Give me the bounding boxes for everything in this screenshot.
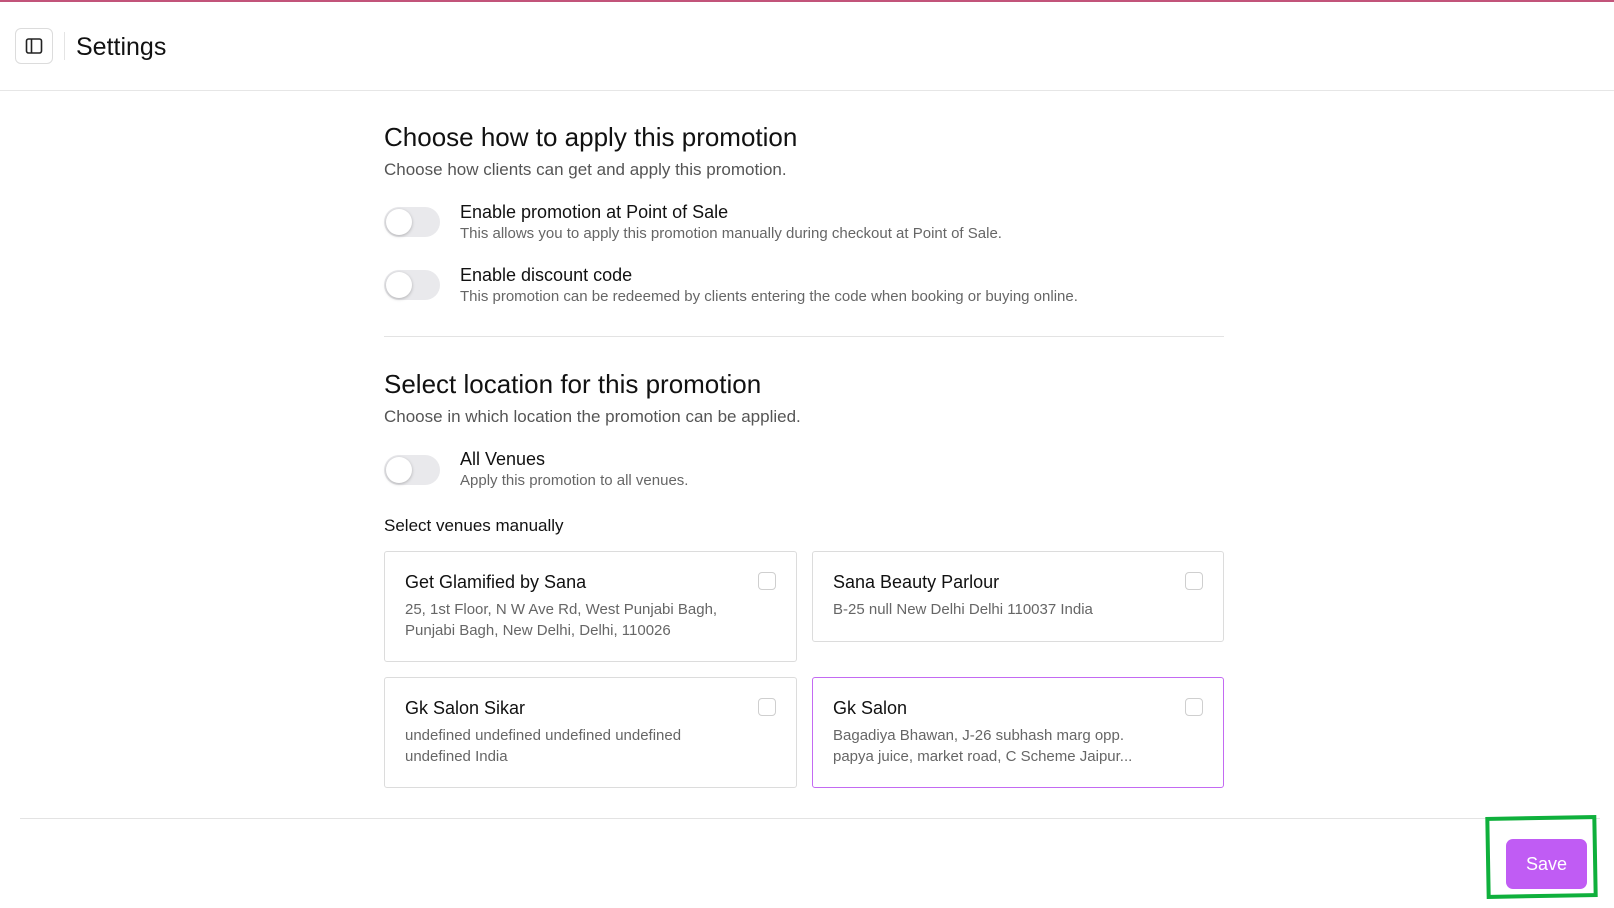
- footer-divider: [20, 818, 1600, 819]
- venue-address: Bagadiya Bhawan, J-26 subhash marg opp. …: [833, 727, 1133, 765]
- venue-card-gk-salon[interactable]: Gk Salon Bagadiya Bhawan, J-26 subhash m…: [812, 677, 1224, 788]
- header-divider: [64, 32, 65, 60]
- toggle-knob: [386, 457, 412, 483]
- page-header: Settings: [0, 2, 1614, 91]
- toggle-knob: [386, 209, 412, 235]
- venue-name: Sana Beauty Parlour: [833, 572, 1000, 592]
- venue-name: Gk Salon Sikar: [405, 698, 526, 718]
- venue-card-sana-beauty-parlour[interactable]: Sana Beauty Parlour B-25 null New Delhi …: [812, 551, 1224, 642]
- location-section-title: Select location for this promotion: [384, 369, 762, 399]
- all-venues-toggle[interactable]: [384, 455, 440, 485]
- venue-checkbox[interactable]: [758, 572, 776, 590]
- venue-name: Gk Salon: [833, 698, 908, 718]
- toggle-knob: [386, 272, 412, 298]
- venue-checkbox[interactable]: [1185, 698, 1203, 716]
- pos-promotion-toggle[interactable]: [384, 207, 440, 237]
- venue-name: Get Glamified by Sana: [405, 572, 587, 592]
- discount-code-toggle[interactable]: [384, 270, 440, 300]
- all-venues-description: Apply this promotion to all venues.: [460, 472, 689, 489]
- venue-checkbox[interactable]: [758, 698, 776, 716]
- sidebar-panel-icon: [25, 38, 43, 54]
- discount-code-title: Enable discount code: [460, 265, 633, 285]
- pos-promotion-title: Enable promotion at Point of Sale: [460, 202, 729, 222]
- save-button[interactable]: Save: [1506, 839, 1587, 889]
- section-divider: [384, 336, 1224, 337]
- venue-address: undefined undefined undefined undefined …: [405, 727, 682, 765]
- apply-section-subtitle: Choose how clients can get and apply thi…: [384, 160, 787, 179]
- all-venues-title: All Venues: [460, 449, 546, 469]
- select-venues-label: Select venues manually: [384, 516, 564, 535]
- venue-card-gk-salon-sikar[interactable]: Gk Salon Sikar undefined undefined undef…: [384, 677, 797, 788]
- venue-address: B-25 null New Delhi Delhi 110037 India: [833, 601, 1093, 618]
- venue-address: 25, 1st Floor, N W Ave Rd, West Punjabi …: [405, 601, 718, 639]
- venue-card-get-glamified[interactable]: Get Glamified by Sana 25, 1st Floor, N W…: [384, 551, 797, 662]
- venue-checkbox[interactable]: [1185, 572, 1203, 590]
- page-title: Settings: [76, 33, 167, 61]
- apply-section-title: Choose how to apply this promotion: [384, 122, 798, 152]
- sidebar-toggle-button[interactable]: [15, 28, 53, 64]
- pos-promotion-description: This allows you to apply this promotion …: [460, 225, 1002, 242]
- discount-code-description: This promotion can be redeemed by client…: [460, 288, 1078, 305]
- location-section-subtitle: Choose in which location the promotion c…: [384, 407, 801, 426]
